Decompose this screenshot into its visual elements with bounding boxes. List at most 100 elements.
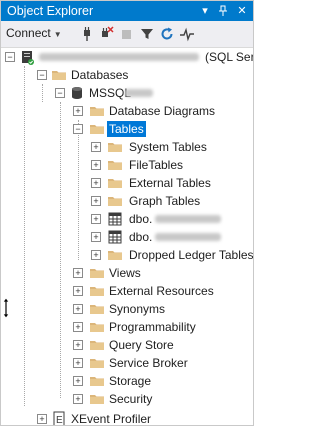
tree-node-databases[interactable]: − Databases	[1, 66, 253, 84]
collapse-toggle[interactable]: −	[73, 124, 83, 134]
node-label: Storage	[109, 374, 152, 388]
collapse-toggle[interactable]: −	[37, 70, 47, 80]
title-bar: Object Explorer ▾ ✕	[1, 1, 253, 21]
folder-icon	[89, 337, 105, 353]
database-name-redacted	[125, 89, 153, 97]
tree-node-storage[interactable]: + Storage	[1, 372, 253, 390]
expand-toggle[interactable]: +	[73, 340, 83, 350]
folder-icon	[107, 247, 123, 263]
pin-icon[interactable]	[215, 2, 231, 20]
database-icon	[69, 85, 85, 101]
folder-icon	[107, 139, 123, 155]
node-label: Graph Tables	[129, 194, 201, 208]
folder-icon	[107, 157, 123, 173]
connect-button[interactable]: Connect ▼	[6, 26, 62, 40]
folder-icon	[89, 283, 105, 299]
folder-icon	[89, 391, 105, 407]
folder-icon	[89, 373, 105, 389]
tree-node-table[interactable]: + dbo.	[1, 228, 253, 246]
expand-toggle[interactable]: +	[73, 286, 83, 296]
connect-label: Connect	[6, 26, 51, 40]
tree-node-database-diagrams[interactable]: + Database Diagrams	[1, 102, 253, 120]
tree-node-tables[interactable]: − Tables	[1, 120, 253, 138]
expand-toggle[interactable]: +	[73, 322, 83, 332]
server-type-label: (SQL Serv	[205, 50, 253, 64]
stop-icon	[119, 26, 135, 42]
close-icon[interactable]: ✕	[234, 2, 250, 20]
node-label: Query Store	[109, 338, 174, 352]
tree-node-programmability[interactable]: + Programmability	[1, 318, 253, 336]
node-label: System Tables	[129, 140, 207, 154]
collapse-toggle[interactable]: −	[5, 52, 15, 62]
node-label: Views	[109, 266, 141, 280]
expand-toggle[interactable]: +	[73, 106, 83, 116]
toolbar: Connect ▼	[1, 21, 253, 48]
node-label: dbo.	[129, 212, 153, 226]
tree-node-table[interactable]: + dbo.	[1, 210, 253, 228]
tree-node-synonyms[interactable]: + Synonyms	[1, 300, 253, 318]
node-label: Databases	[71, 68, 129, 82]
tree-node-dropped-ledger-tables[interactable]: + Dropped Ledger Tables	[1, 246, 253, 264]
tree-node-graph-tables[interactable]: + Graph Tables	[1, 192, 253, 210]
xevent-profiler-icon: E	[51, 411, 67, 426]
node-label: Programmability	[109, 320, 196, 334]
folder-icon	[89, 265, 105, 281]
expand-toggle[interactable]: +	[91, 142, 101, 152]
tree-node-query-store[interactable]: + Query Store	[1, 336, 253, 354]
tree-node-database[interactable]: − MSSQL	[1, 84, 253, 102]
folder-icon	[107, 175, 123, 191]
folder-icon	[89, 319, 105, 335]
expand-toggle[interactable]: +	[73, 394, 83, 404]
expand-toggle[interactable]: +	[91, 232, 101, 242]
mouse-cursor-icon	[1, 297, 11, 322]
server-icon	[19, 49, 35, 65]
object-explorer-panel: Object Explorer ▾ ✕ Connect ▼ − (SQL Se …	[0, 0, 254, 426]
node-label: External Tables	[129, 176, 211, 190]
tree-node-views[interactable]: + Views	[1, 264, 253, 282]
tree-node-external-tables[interactable]: + External Tables	[1, 174, 253, 192]
refresh-icon[interactable]	[159, 26, 175, 42]
activity-monitor-icon[interactable]	[179, 26, 195, 42]
expand-toggle[interactable]: +	[73, 304, 83, 314]
filter-icon[interactable]	[139, 26, 155, 42]
folder-icon	[89, 103, 105, 119]
table-icon	[107, 211, 123, 227]
tree-node-xevent-profiler[interactable]: + E XEvent Profiler	[1, 410, 253, 426]
tree-node-external-resources[interactable]: + External Resources	[1, 282, 253, 300]
tree-node-security[interactable]: + Security	[1, 390, 253, 408]
object-tree: − (SQL Serv − Databases −	[1, 48, 253, 425]
expand-toggle[interactable]: +	[91, 214, 101, 224]
folder-icon	[107, 193, 123, 209]
node-label-selected: Tables	[107, 121, 146, 137]
expand-toggle[interactable]: +	[37, 414, 47, 424]
folder-icon	[51, 67, 67, 83]
node-label: External Resources	[109, 284, 214, 298]
svg-text:E: E	[56, 415, 63, 426]
dropdown-icon[interactable]: ▾	[197, 2, 213, 20]
node-label: Security	[109, 392, 153, 406]
tree-node-service-broker[interactable]: + Service Broker	[1, 354, 253, 372]
table-name-redacted	[155, 233, 221, 241]
node-label: Database Diagrams	[109, 104, 216, 118]
folder-icon	[89, 301, 105, 317]
node-label: Synonyms	[109, 302, 166, 316]
node-label: FileTables	[129, 158, 184, 172]
node-label: XEvent Profiler	[71, 412, 152, 426]
expand-toggle[interactable]: +	[91, 250, 101, 260]
tree-node-server[interactable]: − (SQL Serv	[1, 48, 253, 66]
expand-toggle[interactable]: +	[91, 160, 101, 170]
disconnect-plug-icon[interactable]	[98, 26, 114, 42]
expand-toggle[interactable]: +	[91, 196, 101, 206]
folder-icon	[89, 355, 105, 371]
expand-toggle[interactable]: +	[91, 178, 101, 188]
tree-node-filetables[interactable]: + FileTables	[1, 156, 253, 174]
tree-node-system-tables[interactable]: + System Tables	[1, 138, 253, 156]
expand-toggle[interactable]: +	[73, 358, 83, 368]
expand-toggle[interactable]: +	[73, 376, 83, 386]
expand-toggle[interactable]: +	[73, 268, 83, 278]
node-label: Dropped Ledger Tables	[129, 248, 254, 262]
collapse-toggle[interactable]: −	[55, 88, 65, 98]
node-label: dbo.	[129, 230, 153, 244]
connect-plug-icon[interactable]	[79, 26, 95, 42]
chevron-down-icon: ▼	[53, 30, 62, 39]
